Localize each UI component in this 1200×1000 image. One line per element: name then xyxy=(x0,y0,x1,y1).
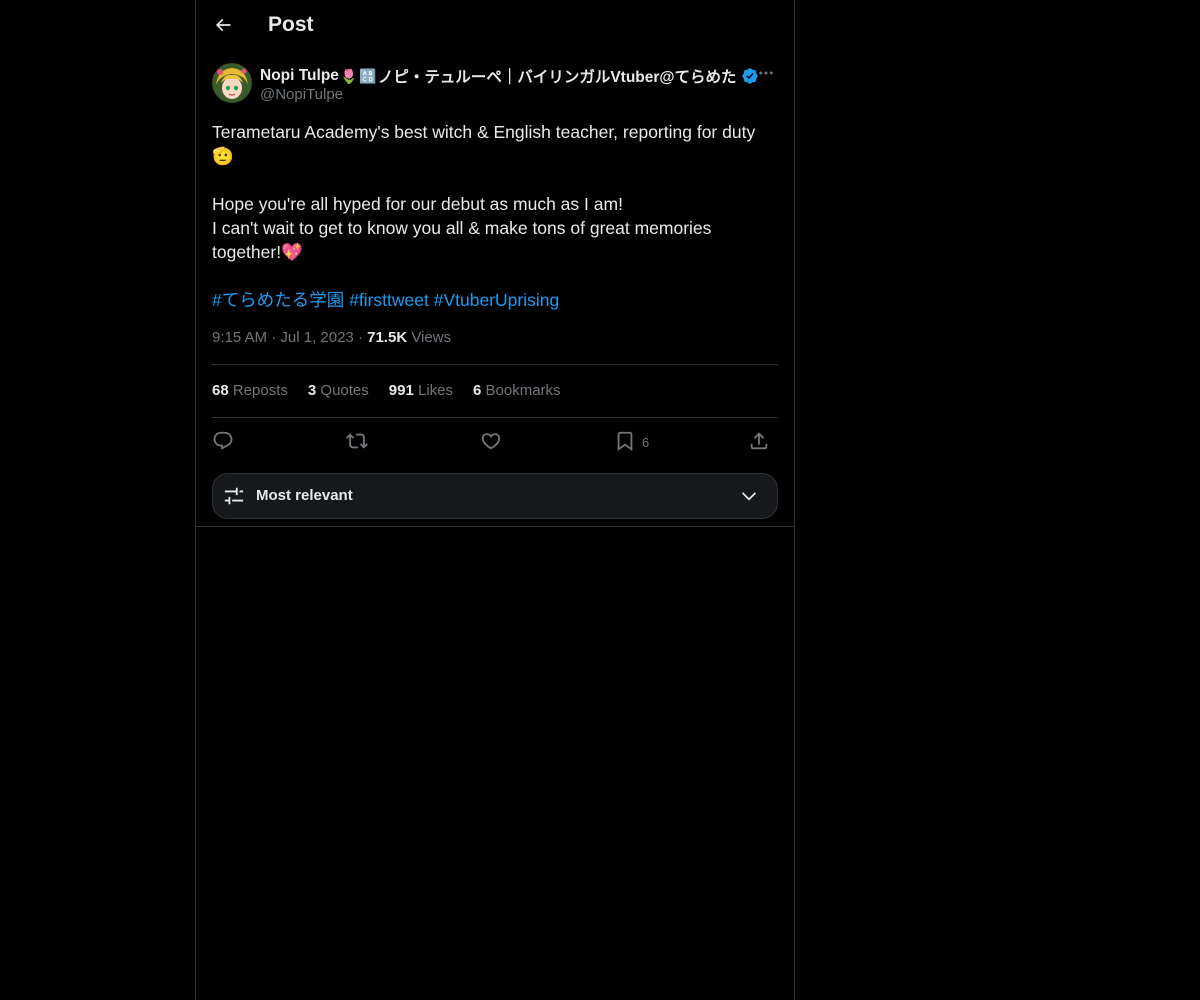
reply-button[interactable] xyxy=(212,428,234,456)
quotes-stat[interactable]: 3 Quotes xyxy=(308,382,369,399)
post-stats: 68 Reposts 3 Quotes 991 Likes 6 Bookmark… xyxy=(212,382,561,399)
author-name-part2: ノピ・テュルーペ｜バイリンガルVtuber@てらめた xyxy=(377,69,737,86)
bookmark-count: 6 xyxy=(642,434,650,450)
heart-emoji: 💖 xyxy=(281,242,303,262)
post-text-line1: Terametaru Academy's best witch & Englis… xyxy=(212,122,756,166)
post-text: Terametaru Academy's best witch & Englis… xyxy=(212,120,778,312)
bookmarks-stat[interactable]: 6 Bookmarks xyxy=(473,382,561,399)
hashtags: #てらめたる学園 #firsttweet #VtuberUprising xyxy=(212,288,778,312)
salute-emoji: 🫡 xyxy=(212,146,234,166)
bookmark-button[interactable]: 6 xyxy=(614,428,649,456)
author-handle[interactable]: @NopiTulpe xyxy=(260,86,343,103)
post-meta: 9:15 AM · Jul 1, 2023 · 71.5K Views xyxy=(212,329,452,346)
views-label: Views xyxy=(411,329,452,346)
header: Post xyxy=(196,0,794,53)
avatar[interactable] xyxy=(212,63,252,103)
likes-stat[interactable]: 991 Likes xyxy=(389,382,453,399)
share-button[interactable] xyxy=(748,428,770,456)
author-name-part1: Nopi Tulpe xyxy=(260,67,339,84)
like-button[interactable] xyxy=(480,428,502,456)
divider xyxy=(196,526,794,527)
share-icon xyxy=(748,430,770,455)
sort-label: Most relevant xyxy=(256,487,353,504)
tulip-emoji: 🌷 xyxy=(339,67,358,84)
sliders-icon xyxy=(223,485,245,512)
views-count: 71.5K xyxy=(367,329,408,346)
main-column: Post Nopi Tulpe 🌷 🔠 ノピ・テュルーペ｜バイリンガルVtube… xyxy=(195,0,795,1000)
divider xyxy=(212,417,778,418)
chevron-down-icon xyxy=(739,486,759,511)
post-date[interactable]: Jul 1, 2023 xyxy=(280,329,353,346)
sort-replies-dropdown[interactable]: Most relevant xyxy=(212,473,778,519)
author-name[interactable]: Nopi Tulpe 🌷 🔠 ノピ・テュルーペ｜バイリンガルVtuber@てらめ… xyxy=(260,65,759,87)
bookmark-icon xyxy=(614,430,636,455)
back-button[interactable] xyxy=(206,10,240,44)
repost-button[interactable] xyxy=(346,428,368,456)
more-options-button[interactable] xyxy=(754,63,778,87)
page-title: Post xyxy=(268,13,314,36)
more-horizontal-icon xyxy=(757,64,775,87)
post-text-line3: I can't wait to get to know you all & ma… xyxy=(212,218,712,262)
post-text-line2: Hope you're all hyped for our debut as m… xyxy=(212,194,623,214)
reply-icon xyxy=(212,430,234,455)
abcd-emoji: 🔠 xyxy=(359,67,377,84)
arrow-left-icon xyxy=(213,15,233,40)
hashtag-link[interactable]: #VtuberUprising xyxy=(434,290,559,310)
repost-icon xyxy=(346,430,368,455)
post-time[interactable]: 9:15 AM xyxy=(212,329,267,346)
action-bar: 6 xyxy=(212,428,778,456)
heart-icon xyxy=(480,430,502,455)
reposts-stat[interactable]: 68 Reposts xyxy=(212,382,288,399)
hashtag-link[interactable]: #firsttweet xyxy=(349,290,429,310)
divider xyxy=(212,364,778,365)
hashtag-link[interactable]: #てらめたる学園 xyxy=(212,290,344,310)
